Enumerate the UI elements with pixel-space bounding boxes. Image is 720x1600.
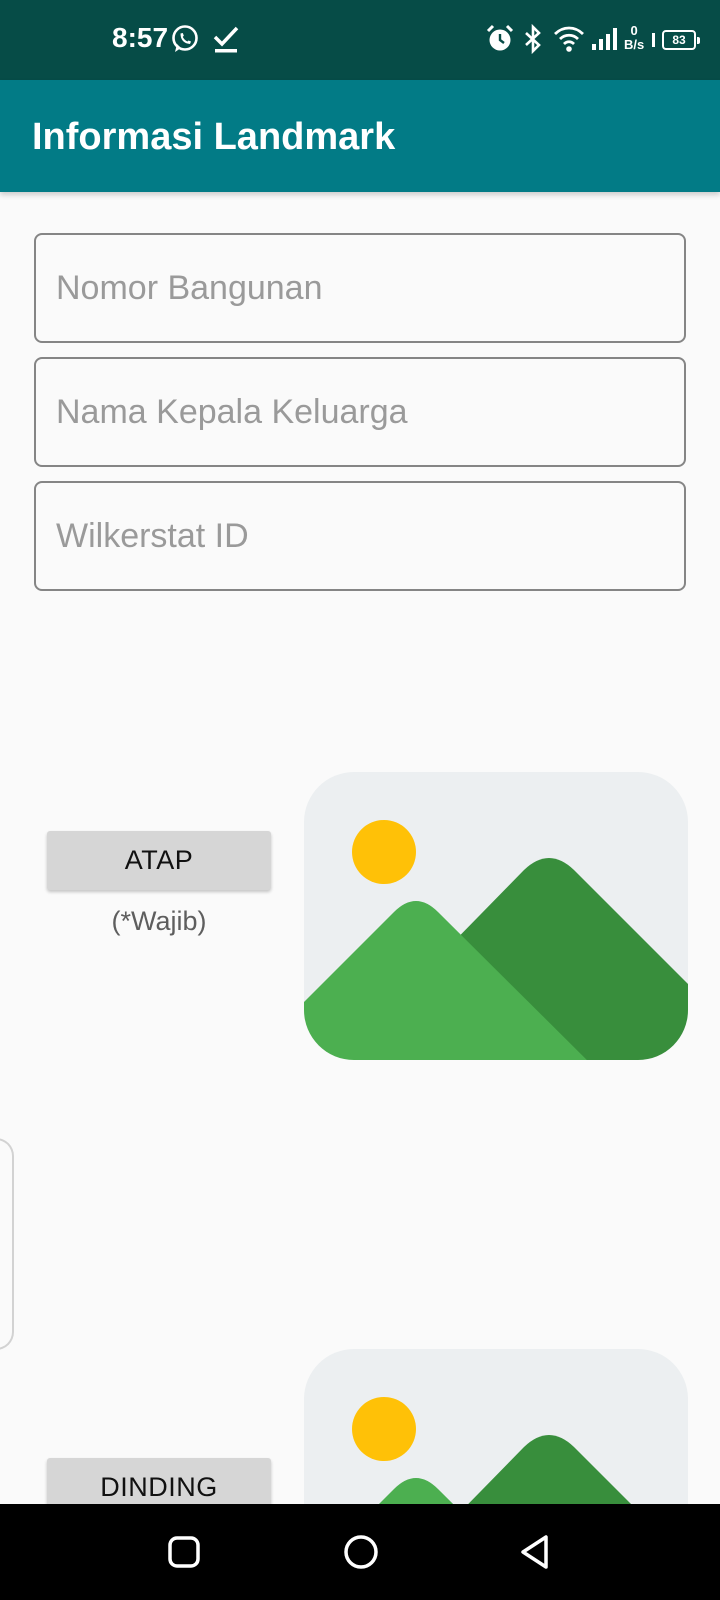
- atap-photo-thumbnail[interactable]: [304, 772, 688, 1060]
- alarm-icon: [486, 24, 514, 59]
- network-speed-unit: B/s: [624, 37, 645, 52]
- wilkerstat-id-input[interactable]: [36, 483, 684, 589]
- battery-level: 83: [672, 33, 686, 47]
- battery-icon: 83: [662, 30, 700, 50]
- atap-photo-button[interactable]: ATAP: [47, 831, 271, 890]
- back-icon[interactable]: [516, 1532, 556, 1572]
- status-time: 8:57: [112, 22, 169, 53]
- status-bar: 8:57 0 B/s 83: [0, 0, 720, 80]
- side-drawer-handle[interactable]: [0, 1138, 14, 1350]
- wilkerstat-id-field[interactable]: [34, 481, 686, 591]
- signal-icon: [590, 26, 620, 57]
- nama-kepala-keluarga-input[interactable]: [36, 359, 684, 465]
- download-done-icon: [212, 24, 240, 59]
- recent-apps-icon[interactable]: [164, 1532, 204, 1572]
- network-speed-value: 0: [630, 23, 638, 38]
- nomor-bangunan-input[interactable]: [36, 235, 684, 341]
- app-bar: Informasi Landmark: [0, 80, 720, 192]
- network-speed: 0 B/s: [624, 24, 644, 52]
- wifi-icon: [552, 24, 586, 59]
- page-title: Informasi Landmark: [32, 116, 396, 158]
- whatsapp-icon: [170, 24, 200, 59]
- battery-indicator-mark: [652, 33, 655, 47]
- home-icon[interactable]: [341, 1532, 381, 1572]
- bluetooth-icon: [522, 23, 544, 59]
- navigation-bar: [0, 1504, 720, 1600]
- atap-required-note: (*Wajib): [111, 906, 207, 936]
- image-placeholder-icon: [304, 772, 688, 1060]
- nomor-bangunan-field[interactable]: [34, 233, 686, 343]
- nama-kepala-keluarga-field[interactable]: [34, 357, 686, 467]
